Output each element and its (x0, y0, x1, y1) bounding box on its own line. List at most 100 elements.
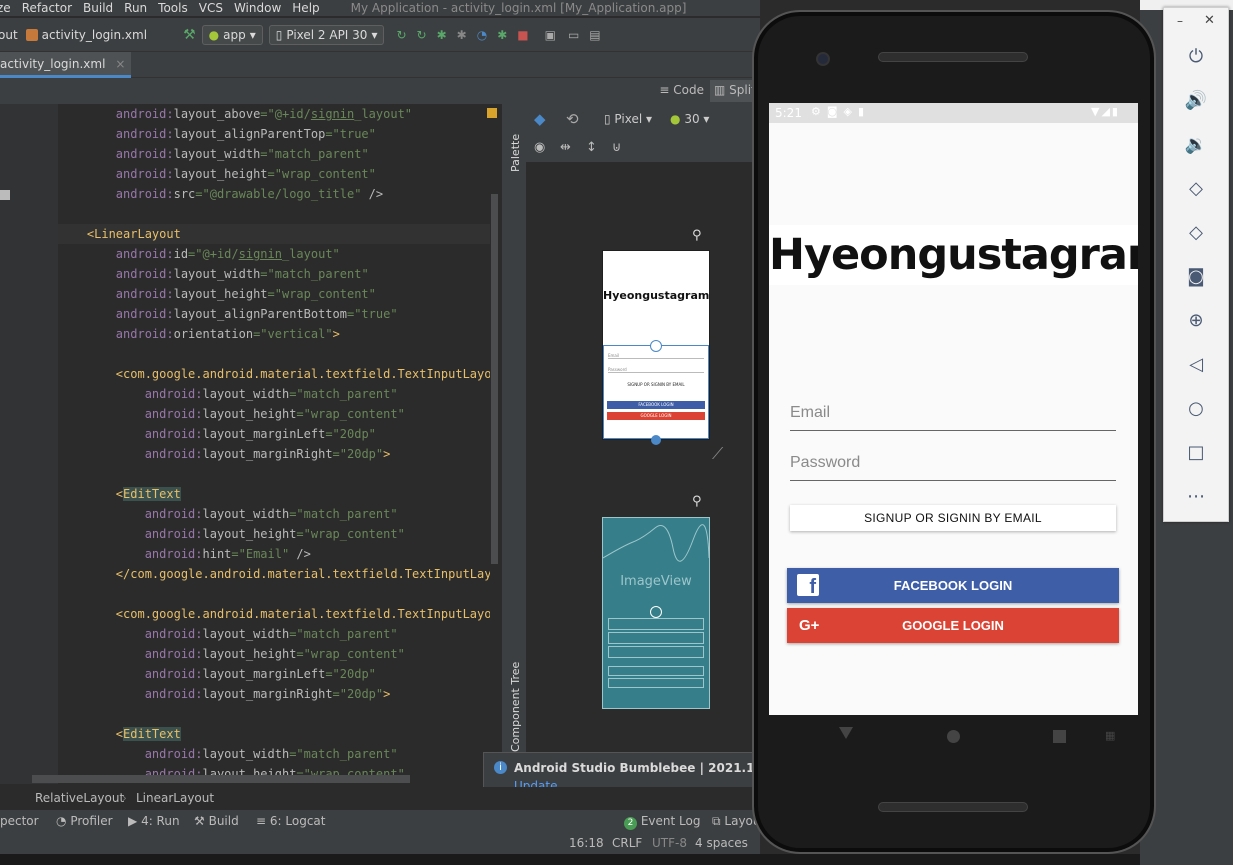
code-line[interactable]: android:layout_above="@+id/signin_layout… (58, 104, 490, 124)
constraint-icon[interactable]: ⇹ (560, 140, 571, 155)
code-line[interactable]: android:layout_height="wrap_content" (58, 404, 490, 424)
line-separator[interactable]: CRLF (612, 836, 642, 850)
crumb-relative-layout[interactable]: RelativeLayout (35, 791, 124, 805)
wrench-icon[interactable]: ⚲ (692, 228, 702, 243)
password-input[interactable]: Password (790, 451, 1116, 481)
code-line[interactable]: android:layout_marginLeft="20dp" (58, 664, 490, 684)
menu-item-ze[interactable]: ze (0, 1, 11, 15)
code-line[interactable]: <LinearLayout (58, 224, 490, 244)
apply-code-icon[interactable]: ↻ (417, 28, 427, 42)
apply-changes-icon[interactable]: ↻ (396, 28, 406, 42)
coverage-icon[interactable]: ✱ (497, 28, 507, 42)
code-line[interactable]: android:layout_width="match_parent" (58, 744, 490, 764)
caret-position[interactable]: 16:18 (569, 836, 604, 850)
blueprint-preview[interactable]: ImageView (602, 517, 710, 709)
code-line[interactable]: android:layout_height="wrap_content" (58, 284, 490, 304)
hammer-icon[interactable]: ⚒ (183, 27, 196, 43)
overview-icon[interactable]: □ (1182, 438, 1210, 466)
code-line[interactable]: android:layout_marginRight="20dp"> (58, 684, 490, 704)
code-line[interactable]: android:id="@+id/signin_layout" (58, 244, 490, 264)
component-tree-tab[interactable]: Component Tree (509, 662, 522, 752)
code-line[interactable]: android:src="@drawable/logo_title" /> (58, 184, 490, 204)
menu-item-window[interactable]: Window (234, 1, 281, 15)
menu-item-tools[interactable]: Tools (158, 1, 188, 15)
home-icon[interactable]: ○ (1182, 394, 1210, 422)
code-line[interactable]: android:layout_height="wrap_content" (58, 644, 490, 664)
menu-item-run[interactable]: Run (124, 1, 147, 15)
nav-overview-icon[interactable] (1053, 730, 1066, 743)
build-tab[interactable]: ⚒ Build (194, 814, 239, 828)
file-encoding[interactable]: UTF-8 (652, 836, 687, 850)
code-line[interactable]: android:orientation="vertical"> (58, 324, 490, 344)
facebook-login-button[interactable]: f FACEBOOK LOGIN (787, 568, 1119, 603)
zoom-icon[interactable]: ⊕ (1182, 306, 1210, 334)
code-line[interactable]: android:hint="Email" /> (58, 544, 490, 564)
nav-home-icon[interactable] (947, 730, 960, 743)
palette-tab[interactable]: Palette (509, 134, 522, 172)
debug-icon[interactable]: ✱ (437, 28, 447, 42)
orientation-icon[interactable]: ⟲ (566, 110, 579, 128)
code-line[interactable]: android:layout_width="match_parent" (58, 384, 490, 404)
breadcrumb-root[interactable]: out (0, 28, 18, 42)
profile-icon[interactable]: ◔ (477, 28, 487, 42)
design-preview[interactable]: Hyeongustagram Email Password SIGNUP OR … (602, 250, 710, 445)
menu-item-refactor[interactable]: Refactor (22, 1, 72, 15)
emulator-screen[interactable]: 5:21 ⚙◙◈▮ ▼◢▮ Hyeongustagram Email Passw… (769, 103, 1138, 715)
code-line[interactable] (58, 584, 490, 604)
vertical-arrows-icon[interactable]: ↕ (586, 140, 597, 155)
rotate-right-icon[interactable]: ◇ (1182, 218, 1210, 246)
breadcrumb-file[interactable]: activity_login.xml (42, 28, 147, 42)
menu-item-vcs[interactable]: VCS (199, 1, 223, 15)
anchor-handle[interactable] (651, 435, 661, 445)
code-line[interactable]: <EditText (58, 484, 490, 504)
more-icon[interactable]: ⋯ (1182, 482, 1210, 510)
code-line[interactable]: android:layout_alignParentTop="true" (58, 124, 490, 144)
editor-scrollbar[interactable] (487, 104, 502, 784)
sync-icon[interactable]: ▣ (545, 28, 556, 42)
attach-debugger-icon[interactable]: ✱ (457, 28, 467, 42)
layers-icon[interactable]: ◆ (534, 110, 546, 128)
camera-icon[interactable]: ◙ (1182, 262, 1210, 290)
google-login-button[interactable]: G+ GOOGLE LOGIN (787, 608, 1119, 643)
profiler-tab[interactable]: ◔ Profiler (56, 814, 113, 828)
crumb-linear-layout[interactable]: LinearLayout (136, 791, 214, 805)
code-line[interactable]: </com.google.android.material.textfield.… (58, 564, 490, 584)
wrench-icon[interactable]: ⚲ (692, 494, 702, 509)
code-line[interactable]: android:layout_width="match_parent" (58, 144, 490, 164)
nav-back-icon[interactable] (839, 727, 853, 739)
email-input[interactable]: Email (790, 401, 1116, 431)
code-view-button[interactable]: ≡ Code (659, 83, 704, 97)
code-line[interactable]: android:layout_alignParentBottom="true" (58, 304, 490, 324)
sdk-manager-icon[interactable]: ▤ (589, 28, 600, 42)
event-log-tab[interactable]: 2 Event Log (624, 814, 700, 830)
minimize-icon[interactable]: – (1177, 14, 1183, 28)
volume-up-icon[interactable]: 🔊 (1182, 86, 1210, 114)
menu-item-help[interactable]: Help (292, 1, 319, 15)
code-editor[interactable]: android:layout_above="@+id/signin_layout… (58, 104, 490, 784)
design-surface[interactable]: ◆ ⟲ ▯ Pixel ▾ ● 30 ▾ ◉ ⇹ ↕ ⊍ ⚲ Hyeongust… (526, 104, 760, 754)
eye-icon[interactable]: ◉ (534, 140, 545, 155)
scroll-thumb[interactable] (491, 194, 498, 564)
resize-handle-icon[interactable]: ⟋ (712, 444, 723, 464)
design-device-dropdown[interactable]: ▯ Pixel ▾ (604, 112, 652, 126)
back-icon[interactable]: ◁ (1182, 350, 1210, 378)
code-line[interactable] (58, 464, 490, 484)
keyboard-icon[interactable]: ▦ (1105, 729, 1115, 742)
code-line[interactable]: android:layout_width="match_parent" (58, 264, 490, 284)
magnet-icon[interactable]: ⊍ (612, 140, 622, 155)
stop-icon[interactable]: ■ (517, 28, 528, 42)
code-line[interactable] (58, 344, 490, 364)
power-icon[interactable]: ⏻ (1182, 42, 1210, 70)
code-line[interactable] (58, 704, 490, 724)
code-line[interactable]: <com.google.android.material.textfield.T… (58, 604, 490, 624)
avd-manager-icon[interactable]: ▭ (568, 28, 579, 42)
run-tab[interactable]: ▶ 4: Run (128, 814, 180, 828)
close-icon[interactable]: ✕ (1204, 13, 1215, 28)
code-line[interactable]: <com.google.android.material.textfield.T… (58, 364, 490, 384)
code-line[interactable] (58, 204, 490, 224)
logcat-tab[interactable]: ≡ 6: Logcat (256, 814, 325, 828)
close-icon[interactable]: × (115, 57, 125, 75)
code-line[interactable]: android:layout_width="match_parent" (58, 504, 490, 524)
inspector-tab[interactable]: pector (0, 814, 39, 828)
code-line[interactable]: android:layout_height="wrap_content" (58, 164, 490, 184)
